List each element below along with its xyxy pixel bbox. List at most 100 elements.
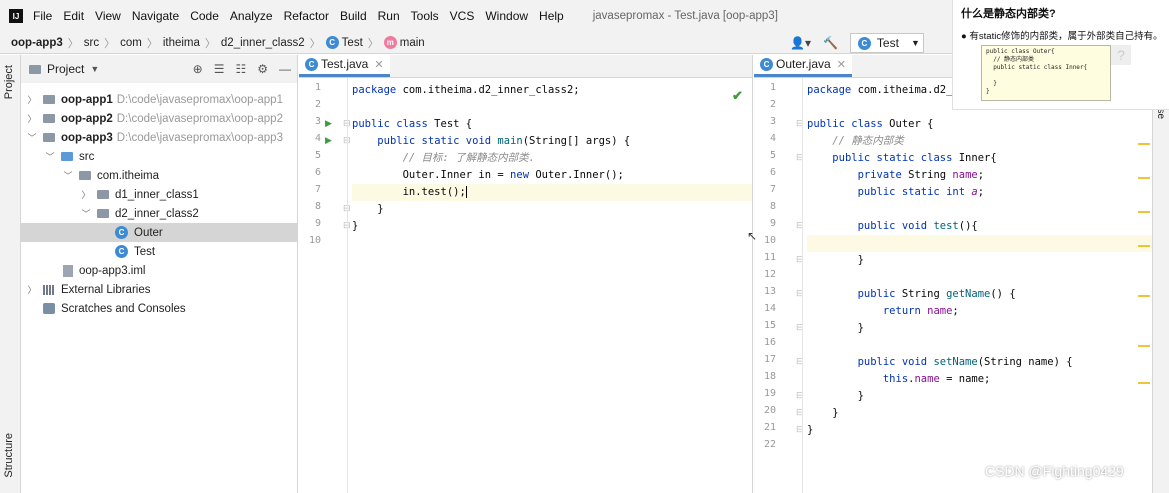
chevron-down-icon[interactable]: ﹀ xyxy=(63,169,73,182)
tree-item-external-libraries[interactable]: 〉 External Libraries xyxy=(21,280,298,299)
code-line[interactable]: public class Test { xyxy=(352,116,472,133)
chevron-right-icon[interactable]: 〉 xyxy=(27,93,37,106)
breadcrumb-project[interactable]: oop-app3 xyxy=(11,37,63,49)
menu-window[interactable]: Window xyxy=(485,9,528,23)
chevron-right-icon[interactable]: 〉 xyxy=(81,188,91,201)
class-icon: C xyxy=(115,245,128,258)
tree-item-com-itheima[interactable]: ﹀ com.itheima xyxy=(21,166,298,185)
code-line[interactable]: public static class Inner{ xyxy=(807,150,996,167)
project-tool-tab[interactable]: Project xyxy=(3,65,15,99)
menu-code[interactable]: Code xyxy=(190,9,219,23)
tree-item-iml[interactable]: oop-app3.iml xyxy=(21,261,298,280)
tree-item-d2-inner-class2[interactable]: ﹀ d2_inner_class2 xyxy=(21,204,298,223)
breadcrumb-src[interactable]: src xyxy=(84,37,99,49)
chevron-right-icon[interactable]: 〉 xyxy=(27,112,37,125)
code-line[interactable]: package com.itheima.d2_i xyxy=(807,82,959,99)
chevron-right-icon[interactable]: 〉 xyxy=(27,283,37,296)
menu-view[interactable]: View xyxy=(95,9,121,23)
chevron-down-icon[interactable]: ▼ xyxy=(90,64,99,74)
project-view-select[interactable]: Project xyxy=(47,62,84,76)
warning-marker[interactable] xyxy=(1138,345,1150,347)
warning-marker[interactable] xyxy=(1138,177,1150,179)
breadcrumb-itheima[interactable]: itheima xyxy=(163,37,200,49)
code-line[interactable]: // 静态内部类 xyxy=(807,133,903,150)
code-editor[interactable]: package com.itheima.d2_i public class Ou… xyxy=(807,82,1152,493)
menu-tools[interactable]: Tools xyxy=(411,9,439,23)
code-line[interactable]: public void setName(String name) { xyxy=(807,354,1073,371)
code-line[interactable]: private String name; xyxy=(807,167,984,184)
code-line[interactable]: this.name = name; xyxy=(807,371,991,388)
chevron-down-icon[interactable]: ﹀ xyxy=(45,150,55,163)
code-line[interactable]: public String getName() { xyxy=(807,286,1016,303)
expand-all-icon[interactable]: ☰ xyxy=(214,62,225,76)
close-icon[interactable]: ✕ xyxy=(837,58,846,71)
menu-analyze[interactable]: Analyze xyxy=(230,9,273,23)
run-gutter-icon[interactable]: ▶ xyxy=(325,135,332,146)
menu-build[interactable]: Build xyxy=(340,9,367,23)
line-number: 5 xyxy=(769,150,776,161)
warning-marker[interactable] xyxy=(1138,143,1150,145)
tab-outer-java[interactable]: C Outer.java ✕ xyxy=(754,54,852,77)
code-line[interactable]: public void test(){ xyxy=(807,218,978,235)
warning-marker[interactable] xyxy=(1138,211,1150,213)
breadcrumb-class[interactable]: C Test xyxy=(325,36,363,49)
warning-marker[interactable] xyxy=(1138,295,1150,297)
tree-item-outer[interactable]: C Outer xyxy=(21,223,298,242)
code-line[interactable]: } xyxy=(807,252,864,269)
close-icon[interactable]: ✕ xyxy=(374,58,383,71)
breadcrumb-package[interactable]: d2_inner_class2 xyxy=(221,37,305,49)
menu-run[interactable]: Run xyxy=(378,9,400,23)
run-gutter-icon[interactable]: ▶ xyxy=(325,118,332,129)
tree-item-d1-inner-class1[interactable]: 〉 d1_inner_class1 xyxy=(21,185,298,204)
code-line[interactable]: } xyxy=(352,201,383,218)
menu-vcs[interactable]: VCS xyxy=(450,9,475,23)
tree-item-test[interactable]: C Test xyxy=(21,242,298,261)
warning-marker[interactable] xyxy=(1138,382,1150,384)
locate-icon[interactable]: ⊕ xyxy=(193,62,203,76)
code-line[interactable]: } xyxy=(807,388,864,405)
gear-icon[interactable]: ⚙ xyxy=(257,62,268,76)
project-panel-header: Project ▼ ⊕ ☰ ☷ ⚙ — xyxy=(21,55,297,83)
code-editor[interactable]: package com.itheima.d2_inner_class2; pub… xyxy=(352,82,752,493)
code-line[interactable]: } xyxy=(807,405,838,422)
code-line[interactable]: Outer.Inner in = new Outer.Inner(); xyxy=(352,167,624,184)
code-line[interactable]: // 目标: 了解静态内部类. xyxy=(352,150,535,167)
breadcrumb-method[interactable]: m main xyxy=(383,36,425,49)
breadcrumb-com[interactable]: com xyxy=(120,37,142,49)
tree-item-oop-app2[interactable]: 〉 oop-app2 D:\code\javasepromax\oop-app2 xyxy=(21,109,298,128)
package-icon xyxy=(97,190,109,199)
collapse-all-icon[interactable]: ☷ xyxy=(235,62,246,76)
run-config-select[interactable]: C Test ▼ xyxy=(849,33,924,53)
no-problems-check-icon[interactable]: ✔ xyxy=(732,88,743,104)
code-line[interactable]: } xyxy=(807,320,864,337)
menu-edit[interactable]: Edit xyxy=(63,9,84,23)
code-line[interactable]: } xyxy=(352,218,358,235)
code-line[interactable]: in.test(); xyxy=(352,184,467,201)
method-icon: m xyxy=(383,36,397,49)
menu-help[interactable]: Help xyxy=(539,9,564,23)
hide-icon[interactable]: — xyxy=(279,62,291,76)
menu-refactor[interactable]: Refactor xyxy=(284,9,329,23)
tree-item-oop-app1[interactable]: 〉 oop-app1 D:\code\javasepromax\oop-app1 xyxy=(21,90,298,109)
structure-tool-tab[interactable]: Structure xyxy=(3,433,15,478)
tree-item-scratches[interactable]: Scratches and Consoles xyxy=(21,299,298,318)
code-line[interactable]: public static int a; xyxy=(807,184,984,201)
menu-file[interactable]: File xyxy=(33,9,52,23)
code-line[interactable]: return name; xyxy=(807,303,959,320)
code-line[interactable]: public static void main(String[] args) { xyxy=(352,133,630,150)
menu-navigate[interactable]: Navigate xyxy=(132,9,179,23)
code-line[interactable]: public class Outer { xyxy=(807,116,933,133)
chevron-down-icon[interactable]: ﹀ xyxy=(81,207,91,220)
line-number: 17 xyxy=(763,354,776,365)
user-account-icon[interactable]: 👤▾ xyxy=(790,36,811,50)
tab-test-java[interactable]: C Test.java ✕ xyxy=(299,54,390,77)
line-number: 9 xyxy=(769,218,776,229)
line-number: 4 xyxy=(769,133,776,144)
warning-marker[interactable] xyxy=(1138,245,1150,247)
tree-item-src[interactable]: ﹀ src xyxy=(21,147,298,166)
build-hammer-icon[interactable]: 🔨 xyxy=(823,36,838,50)
chevron-down-icon[interactable]: ﹀ xyxy=(27,131,37,144)
code-line[interactable]: package com.itheima.d2_inner_class2; xyxy=(352,82,580,99)
tree-item-oop-app3[interactable]: ﹀ oop-app3 D:\code\javasepromax\oop-app3 xyxy=(21,128,298,147)
code-line[interactable]: } xyxy=(807,422,813,439)
